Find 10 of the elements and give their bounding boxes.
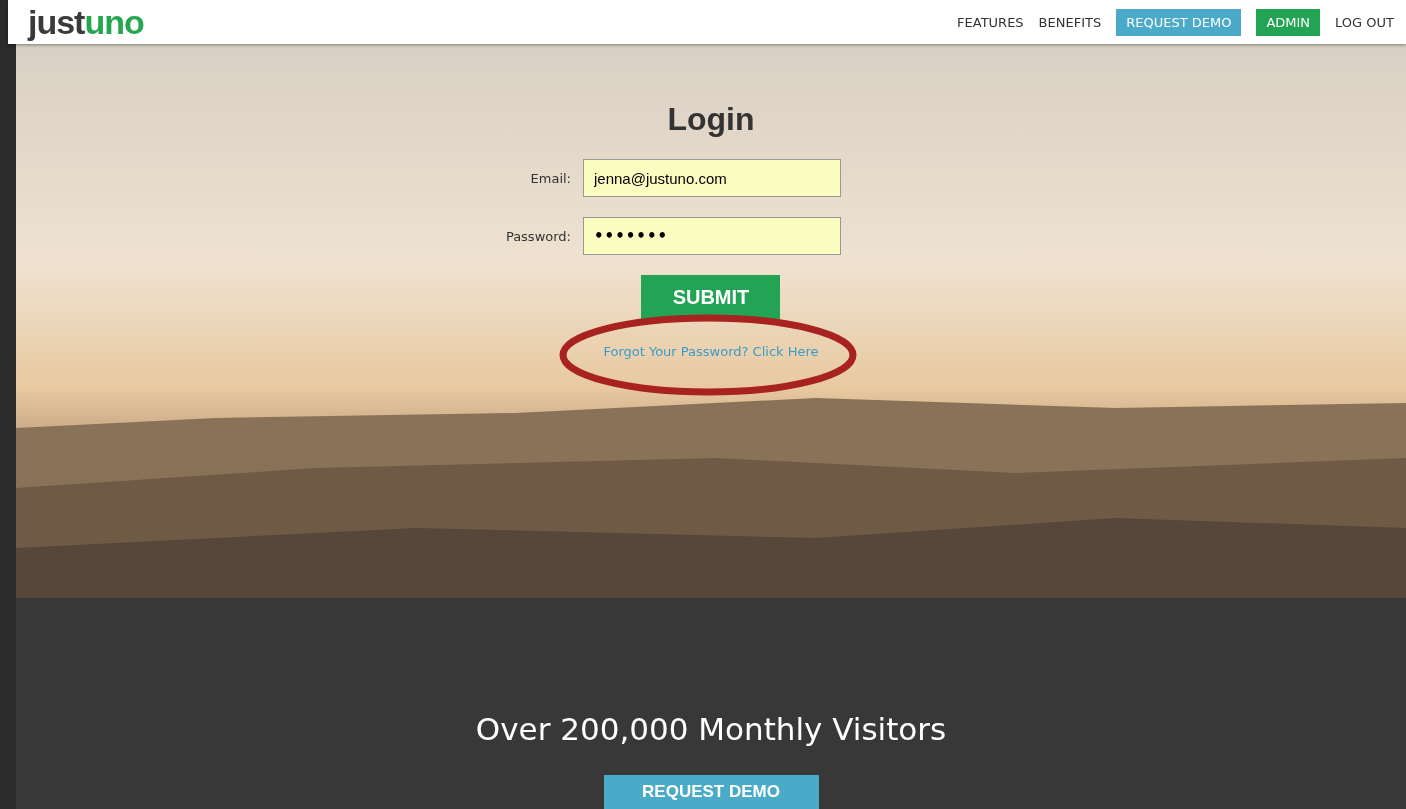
field-label: Password: <box>504 228 571 244</box>
logo[interactable]: justuno <box>28 2 144 42</box>
nav-link[interactable]: FEATURES <box>957 8 1024 36</box>
nav-link[interactable]: LOG OUT <box>1335 8 1394 36</box>
email-field[interactable]: jenna@justuno.com <box>583 159 841 197</box>
nav-link[interactable]: BENEFITS <box>1038 8 1102 36</box>
login-title: Login <box>667 100 755 139</box>
stats-headline: Over 200,000 Monthly Visitors <box>475 711 947 747</box>
password-field[interactable]: ••••••• <box>583 217 841 255</box>
field-label: Email: <box>529 170 571 186</box>
